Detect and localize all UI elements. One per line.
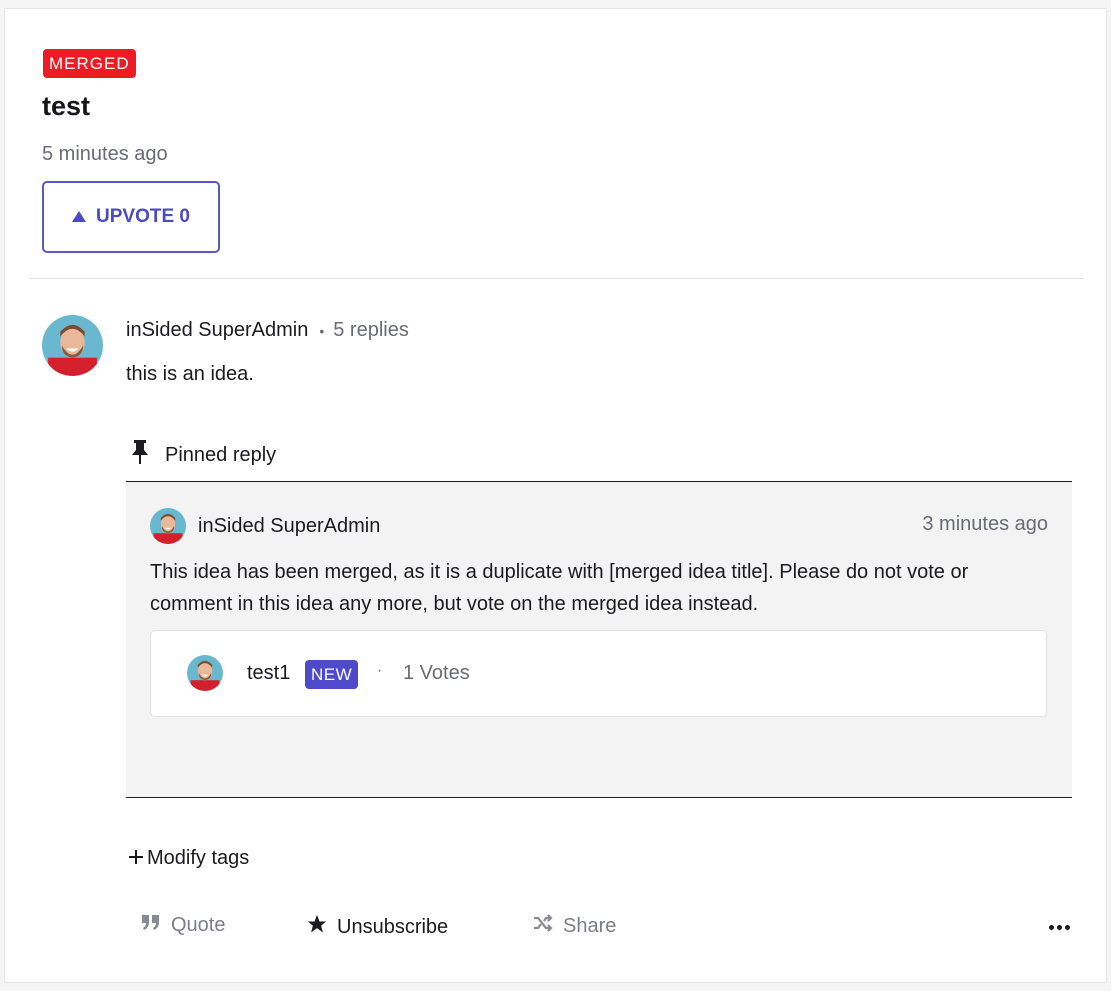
quote-icon <box>141 914 161 937</box>
author-name[interactable]: inSided SuperAdmin <box>126 319 308 342</box>
shuffle-icon <box>533 914 553 938</box>
merged-idea-card[interactable]: test1 NEW · 1 Votes <box>150 630 1047 717</box>
reply-timestamp: 3 minutes ago <box>922 513 1048 535</box>
star-icon <box>307 914 327 940</box>
pinned-reply-label: Pinned reply <box>165 443 277 466</box>
share-button[interactable]: Share <box>533 914 616 938</box>
pinned-reply-header: Pinned reply <box>131 440 276 470</box>
modify-tags-button[interactable]: Modify tags <box>129 847 249 870</box>
share-label: Share <box>563 914 617 937</box>
post-meta: inSided SuperAdmin • 5 replies <box>126 319 409 342</box>
meta-separator: · <box>377 662 383 679</box>
upvote-arrow-icon <box>72 210 86 222</box>
idea-title: test <box>42 91 91 121</box>
reply-body: This idea has been merged, as it is a du… <box>150 561 969 615</box>
idea-card: MERGED test 5 minutes ago UPVOTE 0 inSid… <box>4 8 1107 983</box>
modify-tags-label: Modify tags <box>147 847 250 869</box>
merged-idea-votes: 1 Votes <box>403 662 470 684</box>
post-actions: Quote Unsubscribe Share <box>5 914 1106 954</box>
plus-icon <box>129 847 143 870</box>
reply-author-avatar[interactable] <box>150 508 186 544</box>
status-badge-new: NEW <box>305 660 359 689</box>
author-avatar[interactable] <box>42 315 103 376</box>
more-options-icon[interactable] <box>1049 925 1070 930</box>
unsubscribe-button[interactable]: Unsubscribe <box>307 914 448 940</box>
upvote-label: UPVOTE 0 <box>96 206 190 227</box>
idea-timestamp: 5 minutes ago <box>42 143 168 165</box>
pin-icon <box>131 440 149 470</box>
merged-idea-avatar <box>187 655 223 691</box>
post-body: this is an idea. <box>126 363 254 385</box>
quote-label: Quote <box>171 914 226 936</box>
pinned-reply: inSided SuperAdmin 3 minutes ago This id… <box>126 481 1072 798</box>
reply-author-name[interactable]: inSided SuperAdmin <box>198 515 380 538</box>
status-badge: MERGED <box>43 49 136 78</box>
merged-idea-title[interactable]: test1 <box>247 662 290 685</box>
divider <box>30 278 1084 279</box>
unsubscribe-label: Unsubscribe <box>337 915 449 938</box>
upvote-button[interactable]: UPVOTE 0 <box>42 181 220 253</box>
quote-button[interactable]: Quote <box>141 914 225 937</box>
reply-count: 5 replies <box>333 319 409 341</box>
meta-separator: • <box>319 322 325 339</box>
